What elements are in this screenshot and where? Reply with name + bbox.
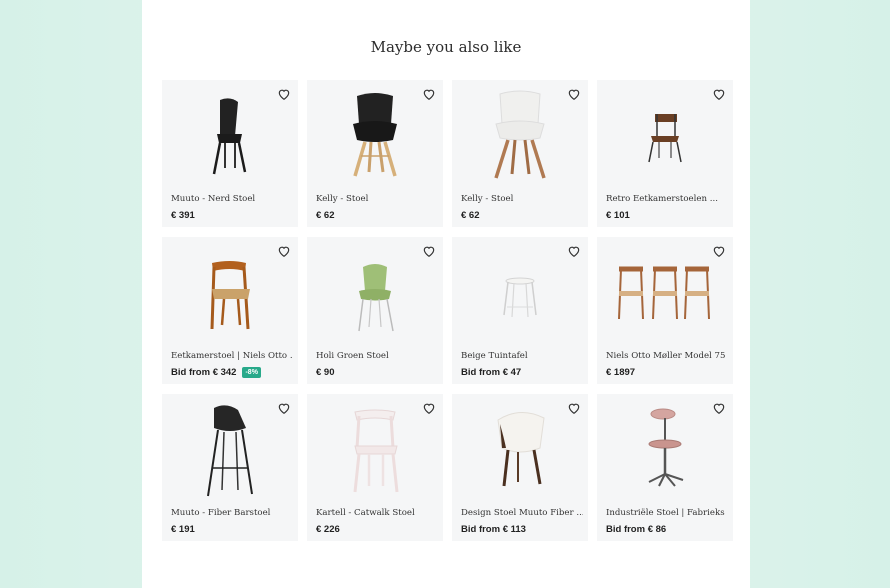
product-price: Bid from € 86 <box>606 524 667 535</box>
product-image[interactable] <box>452 88 588 188</box>
product-price: € 1897 <box>606 367 636 378</box>
product-name[interactable]: Design Stoel Muuto Fiber ... <box>461 508 583 518</box>
product-card[interactable]: Design Stoel Muuto Fiber ... Bid from € … <box>452 394 588 541</box>
product-card[interactable]: Kartell - Catwalk Stoel € 226 <box>307 394 443 541</box>
product-image[interactable] <box>452 402 588 502</box>
product-card[interactable]: Muuto - Nerd Stoel € 391 <box>162 80 298 227</box>
section-title: Maybe you also like <box>370 38 522 56</box>
product-image[interactable] <box>597 402 733 502</box>
product-card[interactable]: Muuto - Fiber Barstoel € 191 <box>162 394 298 541</box>
product-image[interactable] <box>307 245 443 345</box>
product-name[interactable]: Muuto - Fiber Barstoel <box>171 508 293 518</box>
product-name[interactable]: Kelly - Stoel <box>461 194 583 204</box>
product-card[interactable]: Kelly - Stoel € 62 <box>452 80 588 227</box>
product-price: € 90 <box>316 367 335 378</box>
product-price: Bid from € 342 <box>171 367 237 378</box>
product-price: € 391 <box>171 210 195 221</box>
product-price: € 62 <box>316 210 335 221</box>
product-grid: Muuto - Nerd Stoel € 391 Kelly - Stoel €… <box>162 80 733 541</box>
product-image[interactable] <box>162 88 298 188</box>
recommendations-panel: Maybe you also like Muuto - Nerd Stoel €… <box>142 0 750 588</box>
product-card[interactable]: Beige Tuintafel Bid from € 47 <box>452 237 588 384</box>
product-image[interactable] <box>162 402 298 502</box>
product-image[interactable] <box>162 245 298 345</box>
product-card[interactable]: Retro Eetkamerstoelen ... € 101 <box>597 80 733 227</box>
product-card[interactable]: Industriële Stoel | Fabrieks ... Bid fro… <box>597 394 733 541</box>
product-price: € 62 <box>461 210 480 221</box>
product-name[interactable]: Industriële Stoel | Fabrieks ... <box>606 508 728 518</box>
product-name[interactable]: Niels Otto Møller Model 75 ... <box>606 351 728 361</box>
product-price: € 226 <box>316 524 340 535</box>
product-card[interactable]: Eetkamerstoel | Niels Otto ... Bid from … <box>162 237 298 384</box>
product-image[interactable] <box>307 88 443 188</box>
product-image[interactable] <box>452 245 588 345</box>
product-name[interactable]: Kartell - Catwalk Stoel <box>316 508 438 518</box>
product-name[interactable]: Holi Groen Stoel <box>316 351 438 361</box>
product-card[interactable]: Niels Otto Møller Model 75 ... € 1897 <box>597 237 733 384</box>
product-name[interactable]: Eetkamerstoel | Niels Otto ... <box>171 351 293 361</box>
product-card[interactable]: Holi Groen Stoel € 90 <box>307 237 443 384</box>
product-price: € 191 <box>171 524 195 535</box>
discount-badge: -8% <box>242 367 261 378</box>
product-price: € 101 <box>606 210 630 221</box>
product-price: Bid from € 113 <box>461 524 526 535</box>
product-card[interactable]: Kelly - Stoel € 62 <box>307 80 443 227</box>
product-image[interactable] <box>597 245 733 345</box>
product-name[interactable]: Kelly - Stoel <box>316 194 438 204</box>
product-image[interactable] <box>307 402 443 502</box>
product-price: Bid from € 47 <box>461 367 522 378</box>
product-image[interactable] <box>597 88 733 188</box>
product-name[interactable]: Beige Tuintafel <box>461 351 583 361</box>
product-name[interactable]: Muuto - Nerd Stoel <box>171 194 293 204</box>
product-name[interactable]: Retro Eetkamerstoelen ... <box>606 194 728 204</box>
